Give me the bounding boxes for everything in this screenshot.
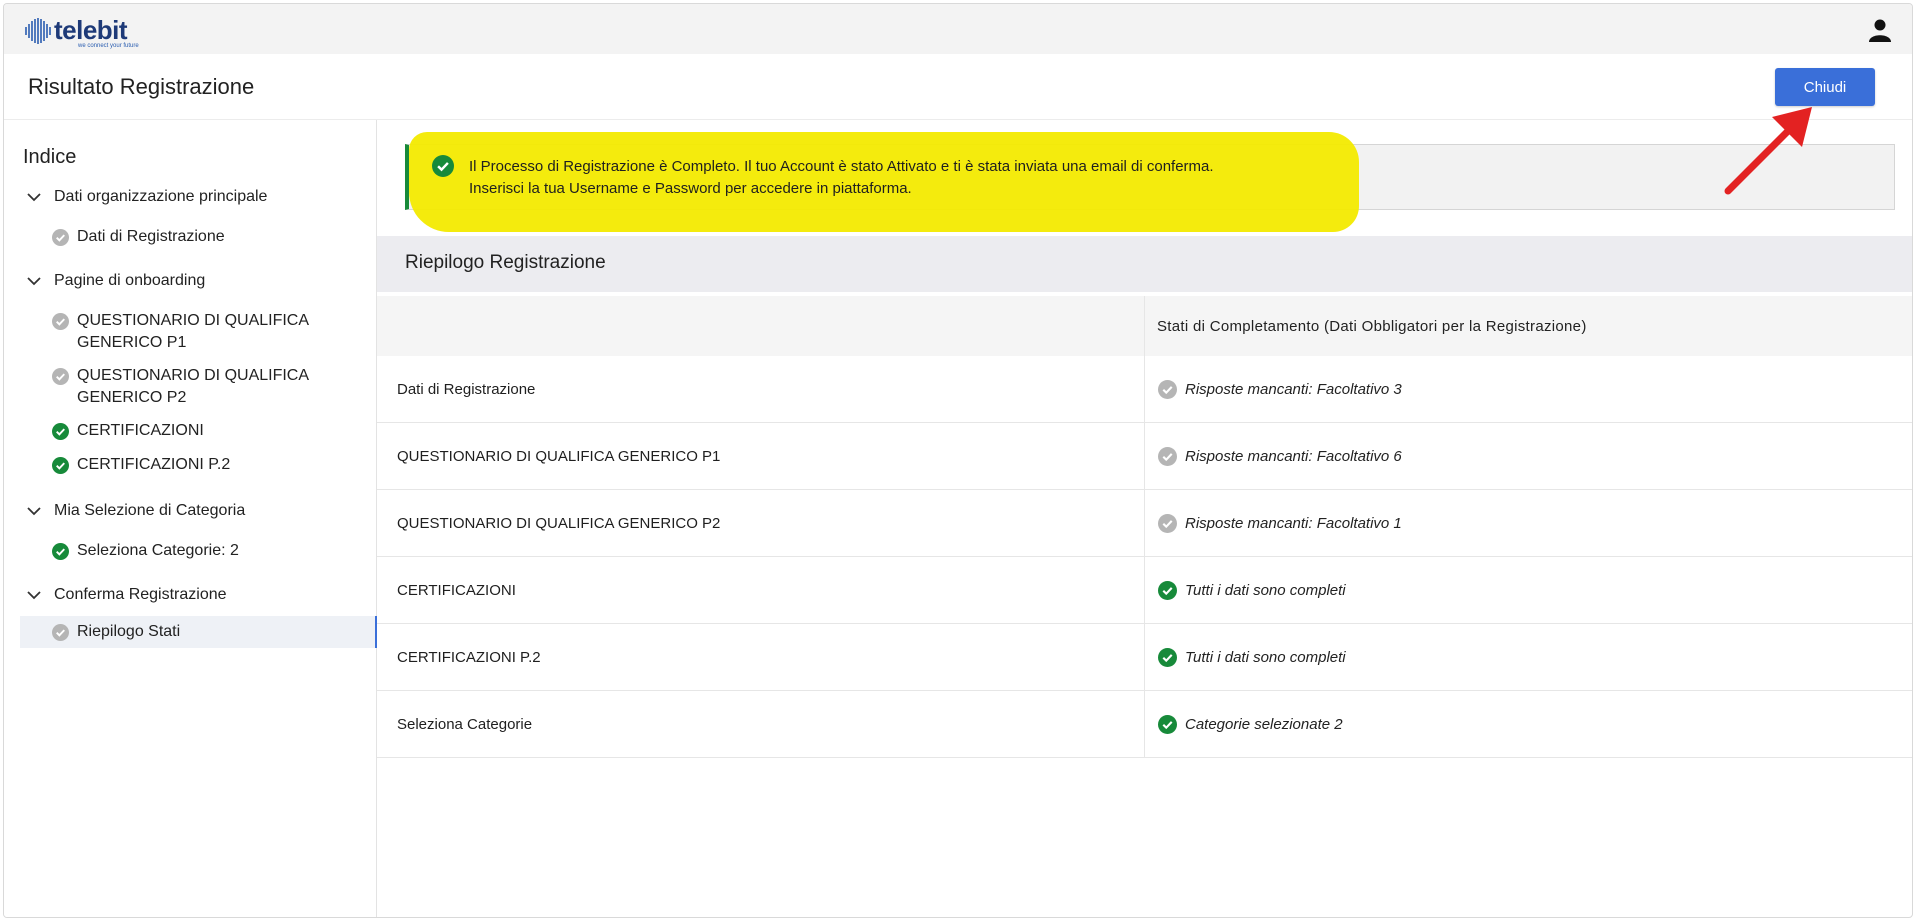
brand-tagline: we connect your future xyxy=(78,43,139,49)
sidebar-item-label: QUESTIONARIO DI QUALIFICA GENERICO P2 xyxy=(77,367,309,406)
sidebar-section-conferma-registrazione[interactable]: Conferma Registrazione xyxy=(26,586,227,604)
summary-table: Stati di Completamento (Dati Obbligatori… xyxy=(377,296,1912,758)
column-header: Stati di Completamento (Dati Obbligatori… xyxy=(1144,296,1912,356)
check-circle-gray-icon xyxy=(52,229,69,246)
main-content: Riepilogo Registrazione Stati di Complet… xyxy=(377,120,1912,917)
sidebar-item-label: CERTIFICAZIONI P.2 xyxy=(77,456,231,473)
row-name: QUESTIONARIO DI QUALIFICA GENERICO P1 xyxy=(377,422,1145,490)
check-circle-icon xyxy=(1158,647,1177,667)
summary-title: Riepilogo Registrazione xyxy=(405,252,606,273)
check-circle-icon xyxy=(1158,714,1177,734)
table-row: CERTIFICAZIONI P.2 Tutti i dati sono com… xyxy=(377,623,1912,691)
row-name: Seleziona Categorie xyxy=(377,690,1145,758)
check-circle-gray-icon xyxy=(1158,513,1177,533)
check-circle-icon xyxy=(1158,580,1177,600)
index-title: Indice xyxy=(23,146,77,168)
row-status: Risposte mancanti: Facoltativo 1 xyxy=(1185,514,1402,532)
notice-message: Il Processo di Registrazione è Completo.… xyxy=(469,156,1214,200)
check-circle-icon xyxy=(52,543,69,560)
page-header: Risultato Registrazione Chiudi xyxy=(4,54,1912,120)
sidebar-item-certificazioni[interactable]: CERTIFICAZIONI xyxy=(52,420,362,442)
sidebar-index: Indice Dati organizzazione principale Da… xyxy=(4,120,377,917)
notice-line-1: Il Processo di Registrazione è Completo.… xyxy=(469,158,1214,175)
sidebar-section-label: Pagine di onboarding xyxy=(54,272,206,289)
logo-wave-icon xyxy=(25,18,51,44)
sidebar-item-label: Riepilogo Stati xyxy=(77,623,181,640)
row-status-cell: Tutti i dati sono completi xyxy=(1144,623,1912,691)
sidebar-section-label: Dati organizzazione principale xyxy=(54,188,268,205)
table-row: QUESTIONARIO DI QUALIFICA GENERICO P1 Ri… xyxy=(377,422,1912,490)
table-header-row: Stati di Completamento (Dati Obbligatori… xyxy=(377,296,1912,356)
column-header xyxy=(377,296,1145,356)
sidebar-item-label: Seleziona Categorie: 2 xyxy=(77,542,239,559)
row-status-cell: Risposte mancanti: Facoltativo 3 xyxy=(1144,356,1912,423)
row-status: Risposte mancanti: Facoltativo 6 xyxy=(1185,447,1402,465)
user-icon[interactable] xyxy=(1868,18,1892,42)
row-status: Risposte mancanti: Facoltativo 3 xyxy=(1185,380,1402,398)
check-circle-icon xyxy=(52,457,69,474)
row-name: CERTIFICAZIONI P.2 xyxy=(377,623,1145,691)
check-circle-icon xyxy=(52,423,69,440)
sidebar-item-questionario-p2[interactable]: QUESTIONARIO DI QUALIFICA GENERICO P2 xyxy=(52,365,362,409)
sidebar-section-dati-organizzazione[interactable]: Dati organizzazione principale xyxy=(26,188,267,206)
sidebar-item-dati-registrazione[interactable]: Dati di Registrazione xyxy=(52,226,362,248)
page-title: Risultato Registrazione xyxy=(28,74,255,99)
row-status-cell: Risposte mancanti: Facoltativo 6 xyxy=(1144,422,1912,490)
top-bar: telebit we connect your future xyxy=(4,4,1912,54)
sidebar-item-questionario-p1[interactable]: QUESTIONARIO DI QUALIFICA GENERICO P1 xyxy=(52,310,362,354)
brand-name: telebit xyxy=(54,15,128,45)
chevron-down-icon xyxy=(27,507,41,516)
table-row: Seleziona Categorie Categorie selezionat… xyxy=(377,690,1912,758)
row-status: Tutti i dati sono completi xyxy=(1185,648,1346,666)
sidebar-item-label: Dati di Registrazione xyxy=(77,228,225,245)
annotation-arrow-icon xyxy=(1724,107,1812,195)
table-row: QUESTIONARIO DI QUALIFICA GENERICO P2 Ri… xyxy=(377,489,1912,557)
sidebar-section-pagine-onboarding[interactable]: Pagine di onboarding xyxy=(26,272,205,290)
row-status-cell: Risposte mancanti: Facoltativo 1 xyxy=(1144,489,1912,557)
chevron-down-icon xyxy=(27,277,41,286)
check-circle-gray-icon xyxy=(1158,379,1177,399)
check-circle-gray-icon xyxy=(52,624,69,641)
table-row: Dati di Registrazione Risposte mancanti:… xyxy=(377,356,1912,423)
row-name: CERTIFICAZIONI xyxy=(377,556,1145,624)
sidebar-item-seleziona-categorie[interactable]: Seleziona Categorie: 2 xyxy=(52,540,362,562)
check-circle-gray-icon xyxy=(1158,446,1177,466)
table-row: CERTIFICAZIONI Tutti i dati sono complet… xyxy=(377,556,1912,624)
sidebar-item-certificazioni-p2[interactable]: CERTIFICAZIONI P.2 xyxy=(52,454,362,476)
sidebar-item-label: QUESTIONARIO DI QUALIFICA GENERICO P1 xyxy=(77,312,309,351)
check-circle-gray-icon xyxy=(52,368,69,385)
notice-line-2: Inserisci la tua Username e Password per… xyxy=(469,180,912,197)
app-window: telebit we connect your future Risultato… xyxy=(3,3,1913,918)
sidebar-item-label: CERTIFICAZIONI xyxy=(77,422,204,439)
row-status: Tutti i dati sono completi xyxy=(1185,581,1346,599)
row-name: QUESTIONARIO DI QUALIFICA GENERICO P2 xyxy=(377,489,1145,557)
sidebar-section-label: Mia Selezione di Categoria xyxy=(54,502,246,519)
chevron-down-icon xyxy=(27,193,41,202)
row-status-cell: Categorie selezionate 2 xyxy=(1144,690,1912,758)
check-circle-gray-icon xyxy=(52,313,69,330)
chevron-down-icon xyxy=(27,591,41,600)
sidebar-section-label: Conferma Registrazione xyxy=(54,586,227,603)
sidebar-section-selezione-categoria[interactable]: Mia Selezione di Categoria xyxy=(26,502,245,520)
row-status: Categorie selezionate 2 xyxy=(1185,715,1343,733)
check-circle-icon xyxy=(432,155,454,177)
sidebar-item-riepilogo-stati[interactable]: Riepilogo Stati xyxy=(52,621,362,643)
row-status-cell: Tutti i dati sono completi xyxy=(1144,556,1912,624)
row-name: Dati di Registrazione xyxy=(377,356,1145,423)
summary-header: Riepilogo Registrazione xyxy=(377,236,1912,292)
